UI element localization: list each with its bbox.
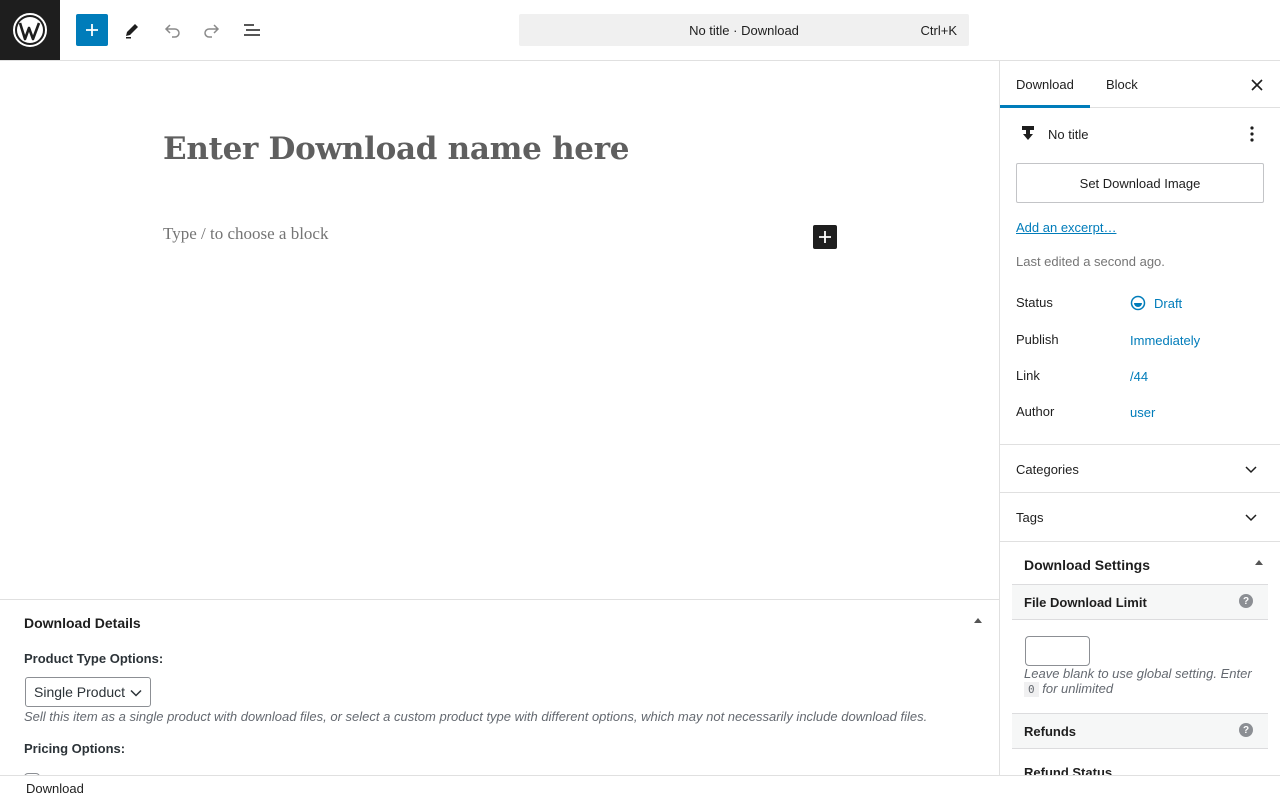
file-download-limit-header: File Download Limit ? bbox=[1012, 584, 1268, 620]
help-icon[interactable]: ? bbox=[1239, 723, 1253, 737]
document-overview-button[interactable] bbox=[236, 14, 268, 46]
redo-button[interactable] bbox=[196, 14, 228, 46]
plus-icon bbox=[86, 24, 98, 36]
draft-status-icon bbox=[1130, 295, 1146, 311]
product-type-select[interactable]: Single Product bbox=[25, 677, 151, 707]
hint-code: 0 bbox=[1024, 682, 1039, 697]
command-palette-bar[interactable]: No title · Download Ctrl+K bbox=[519, 14, 969, 46]
hint-text-after: for unlimited bbox=[1042, 681, 1114, 696]
collapse-caret-icon[interactable] bbox=[1255, 560, 1263, 565]
set-download-image-button[interactable]: Set Download Image bbox=[1016, 163, 1264, 203]
plus-icon bbox=[819, 231, 831, 243]
metabox-title: Download Details bbox=[24, 615, 141, 631]
product-type-description: Sell this item as a single product with … bbox=[24, 709, 928, 724]
link-value[interactable]: /44 bbox=[1130, 369, 1148, 384]
product-type-value: Single Product bbox=[34, 684, 126, 700]
hint-text-before: Leave blank to use global setting. Enter bbox=[1024, 666, 1252, 681]
categories-label: Categories bbox=[1016, 462, 1079, 477]
more-options-icon[interactable] bbox=[1250, 126, 1254, 142]
pencil-icon bbox=[126, 24, 138, 39]
product-type-label: Product Type Options: bbox=[24, 651, 164, 666]
document-title: No title · Download bbox=[689, 22, 799, 38]
close-icon bbox=[1251, 79, 1263, 91]
download-settings-title: Download Settings bbox=[1024, 557, 1150, 573]
link-label: Link bbox=[1016, 368, 1040, 383]
undo-button[interactable] bbox=[156, 14, 188, 46]
post-title-input[interactable]: Enter Download name here bbox=[163, 131, 629, 167]
chevron-down-icon bbox=[1245, 466, 1257, 474]
tags-label: Tags bbox=[1016, 510, 1044, 525]
chevron-down-icon bbox=[130, 689, 142, 697]
close-sidebar-button[interactable] bbox=[1245, 73, 1269, 97]
settings-sidebar: Download Block No title Set Download Ima… bbox=[999, 61, 1280, 775]
tools-button[interactable] bbox=[116, 14, 148, 46]
sidebar-tabs: Download Block bbox=[1000, 61, 1280, 108]
editor-canvas: Enter Download name here Type / to choos… bbox=[0, 61, 999, 599]
author-label: Author bbox=[1016, 404, 1055, 419]
default-block-appender[interactable]: Type / to choose a block bbox=[163, 224, 328, 244]
author-value[interactable]: user bbox=[1130, 405, 1155, 420]
block-breadcrumb-bar: Download bbox=[0, 775, 1280, 800]
file-download-limit-hint: Leave blank to use global setting. Enter… bbox=[1024, 666, 1264, 697]
help-icon[interactable]: ? bbox=[1239, 594, 1253, 608]
pricing-options-label: Pricing Options: bbox=[24, 741, 126, 756]
block-inserter-button[interactable] bbox=[76, 14, 108, 46]
inline-add-block-button[interactable] bbox=[813, 225, 837, 249]
status-value[interactable]: Draft bbox=[1154, 296, 1182, 311]
tags-panel-toggle[interactable]: Tags bbox=[1000, 492, 1280, 540]
refund-status-label: Refund Status bbox=[1024, 765, 1113, 775]
refunds-label: Refunds bbox=[1024, 724, 1076, 739]
redo-icon bbox=[204, 24, 220, 38]
shortcut-hint: Ctrl+K bbox=[920, 23, 957, 38]
breadcrumb-item[interactable]: Download bbox=[26, 781, 84, 796]
download-details-metabox: Download Details Product Type Options: S… bbox=[0, 599, 999, 775]
download-post-type-icon bbox=[1022, 126, 1034, 140]
post-title-summary: No title bbox=[1048, 127, 1089, 142]
list-view-icon bbox=[244, 24, 260, 36]
collapse-caret-icon[interactable] bbox=[974, 618, 982, 623]
editor-header: No title · Download Ctrl+K bbox=[0, 0, 1280, 61]
refunds-header: Refunds ? bbox=[1012, 713, 1268, 749]
publish-value[interactable]: Immediately bbox=[1130, 333, 1200, 348]
tab-download[interactable]: Download bbox=[1000, 61, 1090, 108]
file-download-limit-label: File Download Limit bbox=[1024, 595, 1147, 610]
undo-icon bbox=[164, 24, 180, 38]
file-download-limit-input[interactable] bbox=[1025, 636, 1090, 666]
publish-label: Publish bbox=[1016, 332, 1059, 347]
status-label: Status bbox=[1016, 295, 1053, 310]
add-excerpt-link[interactable]: Add an excerpt… bbox=[1016, 220, 1116, 235]
categories-panel-toggle[interactable]: Categories bbox=[1000, 444, 1280, 492]
chevron-down-icon bbox=[1245, 514, 1257, 522]
tab-block[interactable]: Block bbox=[1106, 61, 1138, 108]
download-settings-header: Download Settings bbox=[1000, 541, 1280, 585]
last-edited-text: Last edited a second ago. bbox=[1016, 254, 1165, 269]
wordpress-logo-icon[interactable] bbox=[0, 0, 60, 60]
